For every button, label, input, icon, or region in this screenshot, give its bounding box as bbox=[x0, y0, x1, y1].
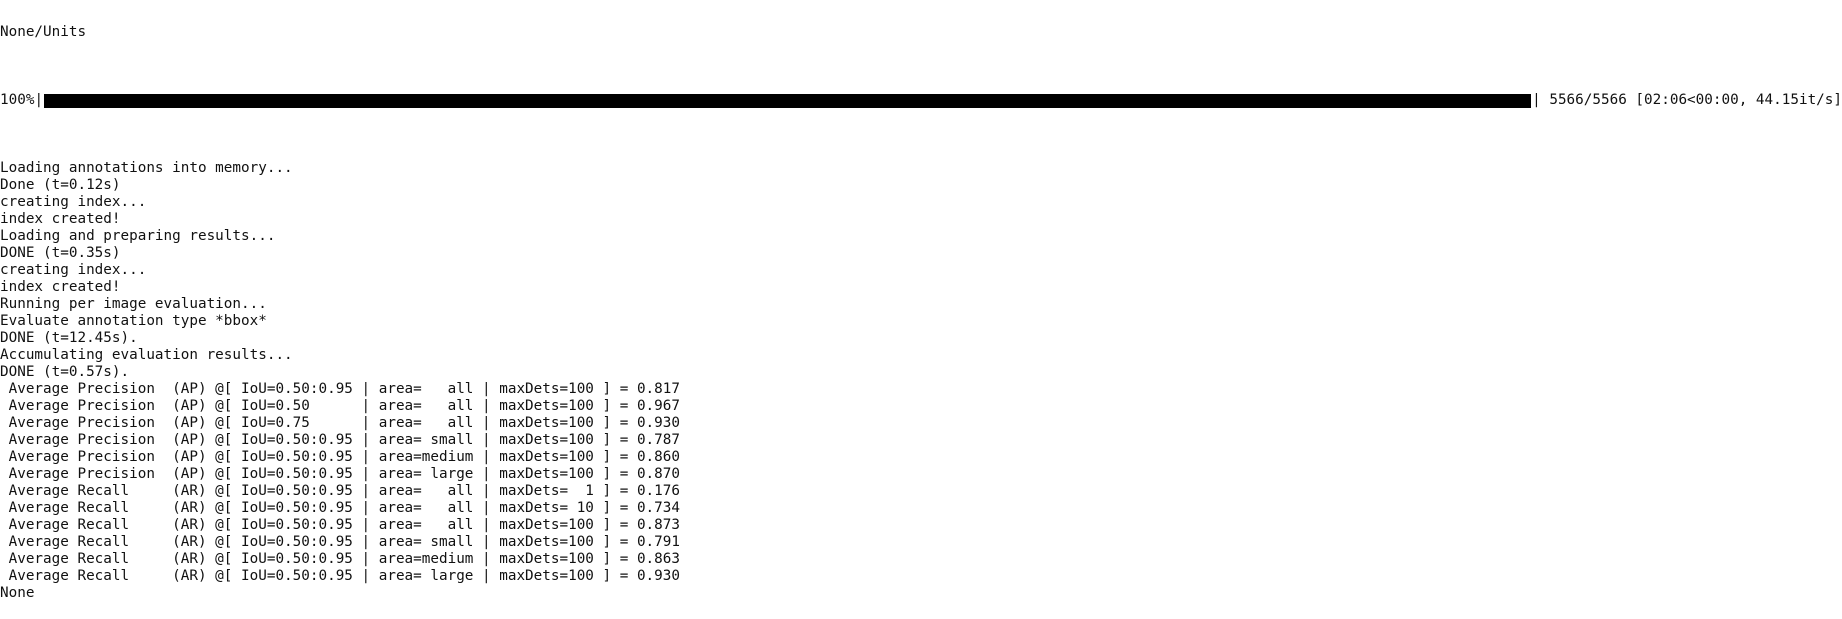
progress-right-pipe: | bbox=[1532, 92, 1541, 108]
terminal-output: None/Units 100% | | 5566/5566 [02:06<00:… bbox=[0, 0, 1842, 619]
progress-status: 5566/5566 [02:06<00:00, 44.15it/s] bbox=[1540, 92, 1842, 108]
terminal-line: Average Precision (AP) @[ IoU=0.75 | are… bbox=[0, 415, 680, 431]
progress-row: 100% | | 5566/5566 [02:06<00:00, 44.15it… bbox=[0, 92, 1842, 109]
terminal-line: DONE (t=0.57s). bbox=[0, 364, 130, 380]
terminal-line: index created! bbox=[0, 279, 121, 295]
terminal-line-top-partial: None/Units bbox=[0, 24, 87, 40]
terminal-line: Evaluate annotation type *bbox* bbox=[0, 313, 267, 329]
terminal-line: Average Precision (AP) @[ IoU=0.50:0.95 … bbox=[0, 432, 680, 448]
terminal-line: Average Precision (AP) @[ IoU=0.50 | are… bbox=[0, 398, 680, 414]
terminal-line: Average Recall (AR) @[ IoU=0.50:0.95 | a… bbox=[0, 551, 680, 567]
terminal-line: Accumulating evaluation results... bbox=[0, 347, 293, 363]
terminal-line: Average Recall (AR) @[ IoU=0.50:0.95 | a… bbox=[0, 568, 680, 584]
terminal-line: Average Precision (AP) @[ IoU=0.50:0.95 … bbox=[0, 381, 680, 397]
terminal-line: DONE (t=12.45s). bbox=[0, 330, 138, 346]
log-lines: Loading annotations into memory... Done (… bbox=[0, 160, 1842, 602]
terminal-line: Running per image evaluation... bbox=[0, 296, 267, 312]
terminal-line: Loading and preparing results... bbox=[0, 228, 276, 244]
terminal-line: creating index... bbox=[0, 262, 147, 278]
terminal-line: creating index... bbox=[0, 194, 147, 210]
terminal-line: Average Recall (AR) @[ IoU=0.50:0.95 | a… bbox=[0, 534, 680, 550]
terminal-line: Average Precision (AP) @[ IoU=0.50:0.95 … bbox=[0, 466, 680, 482]
progress-bar-fill bbox=[44, 93, 1532, 108]
terminal-line: Average Precision (AP) @[ IoU=0.50:0.95 … bbox=[0, 449, 680, 465]
terminal-line: Average Recall (AR) @[ IoU=0.50:0.95 | a… bbox=[0, 500, 680, 516]
progress-left-pipe: | bbox=[34, 92, 44, 108]
terminal-line: Done (t=0.12s) bbox=[0, 177, 121, 193]
progress-percent: 100% bbox=[0, 92, 35, 108]
terminal-line: Loading annotations into memory... bbox=[0, 160, 293, 176]
terminal-line: Average Recall (AR) @[ IoU=0.50:0.95 | a… bbox=[0, 517, 680, 533]
progress-bar-track bbox=[44, 93, 1532, 108]
terminal-line: None bbox=[0, 585, 35, 601]
terminal-line: DONE (t=0.35s) bbox=[0, 245, 121, 261]
terminal-line: index created! bbox=[0, 211, 121, 227]
terminal-line: Average Recall (AR) @[ IoU=0.50:0.95 | a… bbox=[0, 483, 680, 499]
